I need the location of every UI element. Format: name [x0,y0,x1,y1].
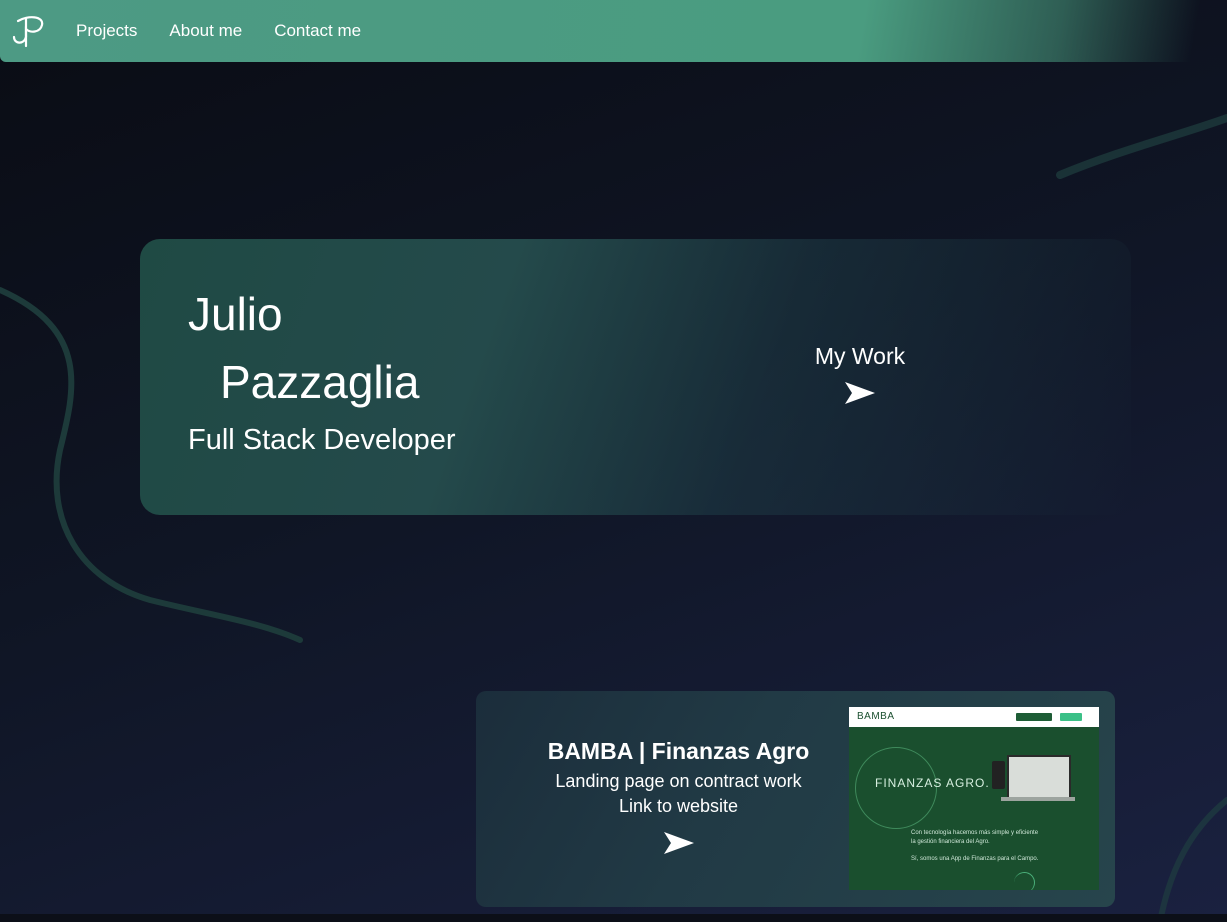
project-title: BAMBA | Finanzas Agro [547,738,810,764]
top-navbar: Projects About me Contact me [0,0,1227,62]
nav-link-contact-me[interactable]: Contact me [274,21,361,41]
nav-link-projects[interactable]: Projects [76,21,137,41]
hero-role: Full Stack Developer [188,424,456,456]
my-work-button[interactable]: My Work [810,343,910,406]
thumbnail-brand: BAMBA [857,711,895,722]
project-info: BAMBA | Finanzas Agro Landing page on co… [516,737,841,855]
hero-first-name: Julio [188,288,283,340]
thumbnail-button [1016,713,1052,721]
jp-monogram-icon[interactable] [10,13,46,49]
thumbnail-button [1060,713,1082,721]
thumbnail-headline: FINANZAS AGRO. [875,776,990,790]
project-card: BAMBA | Finanzas Agro Landing page on co… [476,691,1115,907]
nav-link-about-me[interactable]: About me [169,21,242,41]
thumbnail-text-line: Sí, somos una App de Finanzas para el Ca… [911,856,1039,862]
hero-last-name: Pazzaglia [220,356,420,408]
nav-links: Projects About me Contact me [76,21,361,41]
hero-card: Julio Pazzaglia Full Stack Developer My … [140,239,1131,515]
project-description: Landing page on contract work [555,771,802,791]
paper-plane-arrow-icon[interactable] [843,380,877,406]
project-website-link[interactable]: Link to website [516,793,841,819]
thumbnail-laptop-base [1001,797,1075,801]
thumbnail-text-line: la gestión financiera del Agro. [911,839,990,845]
thumbnail-arc-decoration [1014,872,1035,890]
thumbnail-text-line: Con tecnología hacemos más simple y efic… [911,830,1039,836]
project-thumbnail[interactable]: BAMBA FINANZAS AGRO. Con tecnología hace… [849,707,1099,890]
thumbnail-laptop-illustration [1007,755,1071,799]
thumbnail-phone-illustration [992,761,1005,789]
paper-plane-arrow-icon[interactable] [663,831,695,855]
bottom-strip [0,914,1227,922]
thumbnail-header: BAMBA [849,707,1099,727]
my-work-label: My Work [814,343,906,369]
